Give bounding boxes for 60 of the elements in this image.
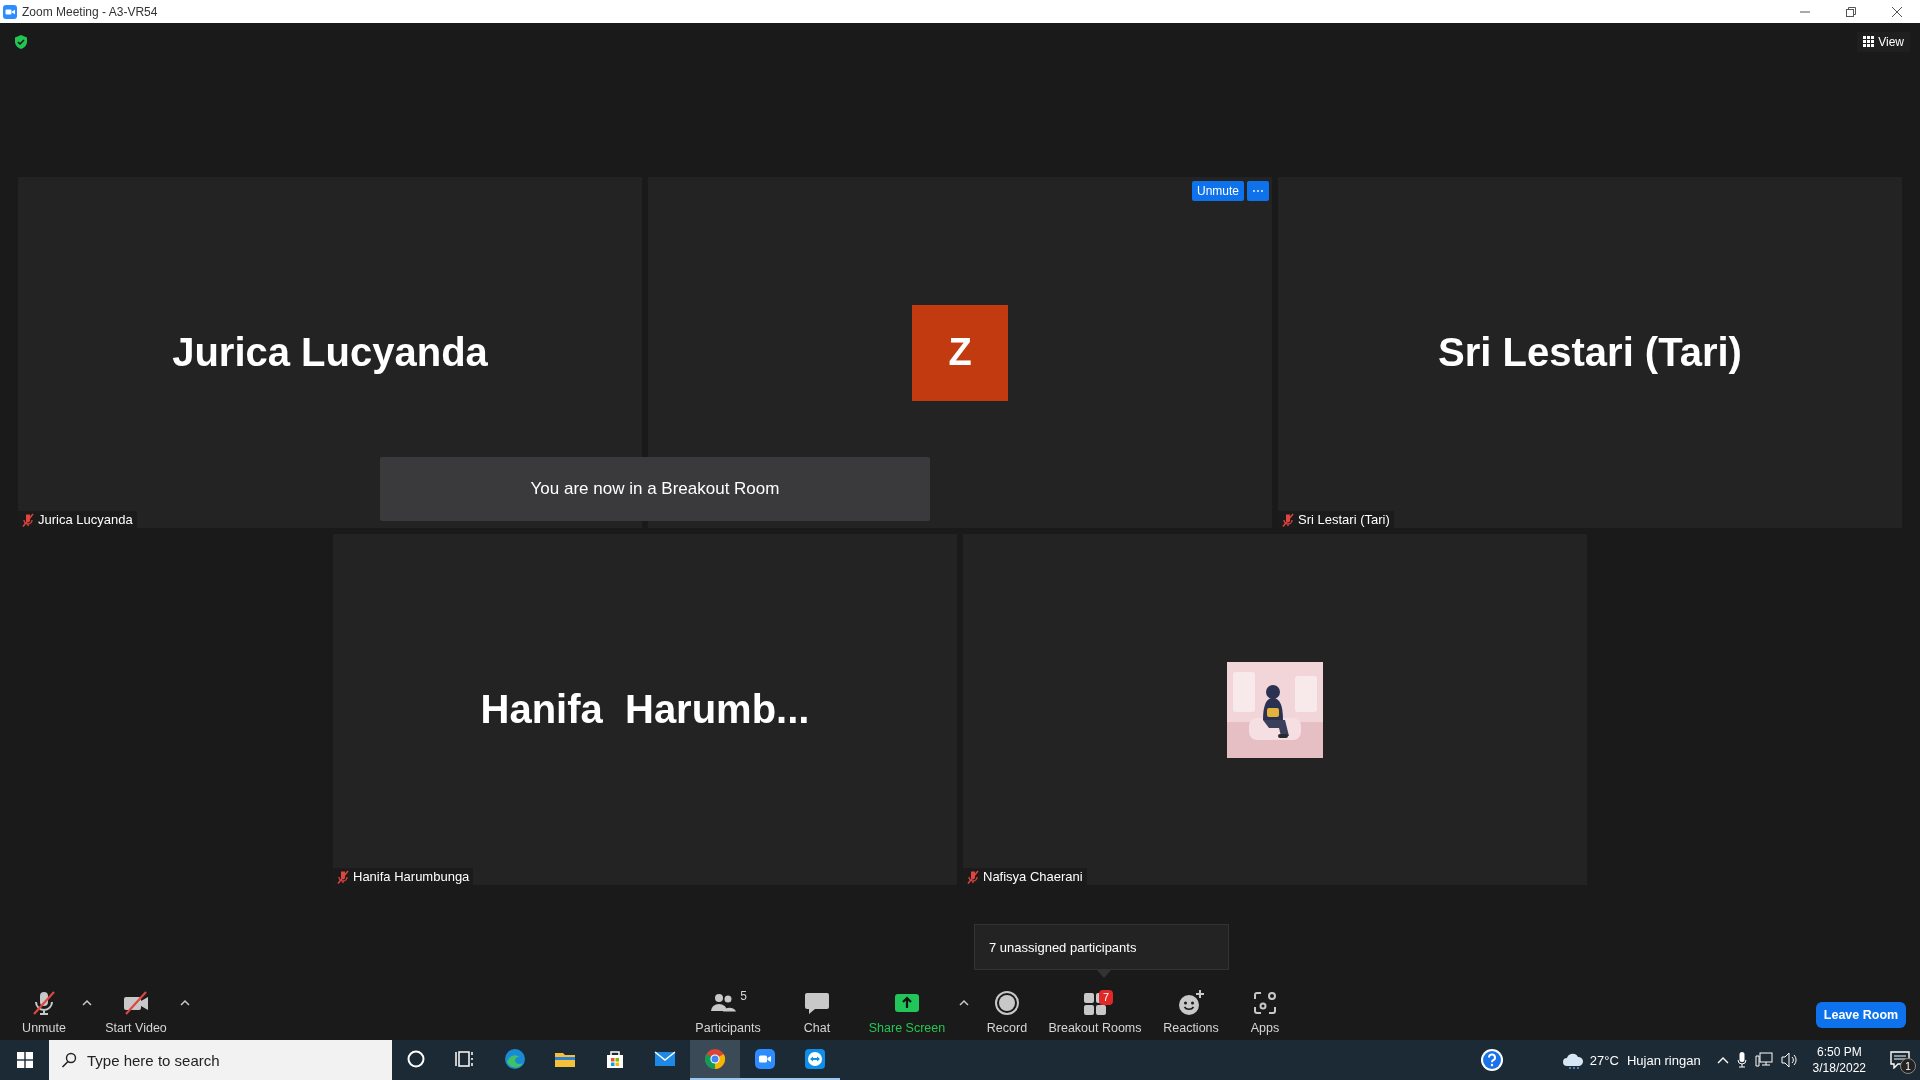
participant-name: Nafisya Chaerani <box>983 869 1083 884</box>
leave-room-button[interactable]: Leave Room <box>1816 1002 1906 1028</box>
restore-icon <box>1846 6 1856 17</box>
unmute-button[interactable]: Unmute <box>1191 181 1244 201</box>
display-name: Sri Lestari (Tari) <box>1438 330 1742 375</box>
speech-bubble-icon <box>1890 1051 1910 1069</box>
zoom-logo-icon <box>3 4 17 19</box>
participant-name: Hanifa Harumbunga <box>353 869 470 884</box>
participant-name: Jurica Lucyanda <box>38 512 133 527</box>
video-button[interactable]: Start Video <box>98 989 174 1040</box>
speaker-button[interactable] <box>1780 1052 1799 1068</box>
caret-icon <box>180 998 190 1006</box>
chrome-browser-icon <box>703 1047 727 1071</box>
speaker-icon <box>1780 1052 1799 1068</box>
notifications-button[interactable]: 1 <box>1880 1040 1920 1080</box>
caret-icon <box>82 998 92 1006</box>
video-camera-app-icon <box>753 1047 777 1071</box>
mic-button[interactable]: Unmute <box>12 989 76 1040</box>
search-field[interactable]: Type here to search <box>49 1040 392 1080</box>
participant-name: Sri Lestari (Tari) <box>1298 512 1390 527</box>
shield-check-icon <box>13 33 29 50</box>
display-name: Jurica Lucyanda <box>172 330 488 375</box>
windows-logo-icon <box>16 1052 33 1068</box>
help-button[interactable] <box>1479 1048 1504 1072</box>
apps-button[interactable]: Apps <box>1237 989 1293 1040</box>
window-title: Zoom Meeting - A3-VR54 <box>22 4 159 19</box>
chevron-up-icon <box>1716 1056 1729 1064</box>
chat-button[interactable]: Chat <box>779 989 855 1040</box>
smiley-plus-icon <box>1177 989 1205 1017</box>
record-button[interactable]: Record <box>977 989 1037 1040</box>
help-icon <box>1479 1048 1504 1072</box>
clock[interactable]: 6:50 PM 3/18/2022 <box>1812 1044 1866 1076</box>
grid-icon <box>1863 36 1875 47</box>
count-badge: 1 <box>1900 1058 1916 1074</box>
display-name: Hanifa Harumb... <box>480 687 810 732</box>
breakout-button[interactable]: 7 Breakout Rooms <box>1045 989 1145 1040</box>
notification-toast: You are now in a Breakout Room <box>380 457 930 521</box>
microphone-button[interactable] <box>1736 1052 1747 1068</box>
cloud-icon <box>1561 1051 1584 1069</box>
close-icon <box>1892 6 1902 17</box>
network-button[interactable] <box>1754 1052 1773 1068</box>
participants-button[interactable]: 5 Participants <box>685 989 771 1040</box>
microphone-icon <box>1736 1052 1747 1068</box>
temperature: 27°C <box>1589 1052 1619 1068</box>
caret-icon <box>959 998 969 1006</box>
avatar-initial: Z <box>912 304 1008 401</box>
count-badge: 7 <box>1099 990 1114 1005</box>
reactions-button[interactable]: Reactions <box>1153 989 1229 1040</box>
cloud-button[interactable] <box>1561 1051 1584 1069</box>
apps-icon <box>1251 989 1279 1017</box>
chevron-up-button[interactable] <box>1716 1056 1729 1064</box>
view-button[interactable]: View <box>1857 31 1910 52</box>
network-icon <box>1754 1052 1773 1068</box>
share-button[interactable]: Share Screen <box>863 989 951 1040</box>
weather-condition: Hujan ringan <box>1626 1052 1701 1068</box>
edge-browser-icon <box>503 1047 527 1071</box>
search-icon <box>61 1052 77 1068</box>
record-icon <box>993 989 1021 1017</box>
remote-control-app-icon <box>803 1047 827 1071</box>
more-options-button[interactable]: ⋯ <box>1247 181 1269 201</box>
